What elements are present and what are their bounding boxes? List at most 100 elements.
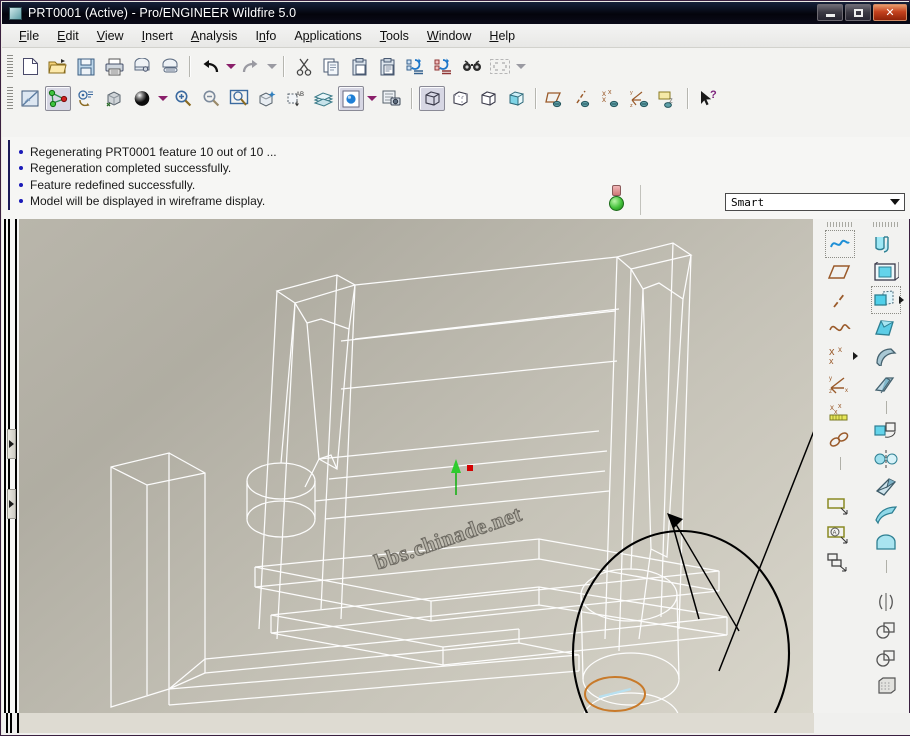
- menu-analysis[interactable]: Analysis: [182, 27, 247, 45]
- zoom-in-icon[interactable]: [170, 86, 196, 111]
- flyout-arrow-icon[interactable]: [853, 352, 858, 360]
- graphics-window[interactable]: bbs.chinade.net 壳命令越来越强: [19, 219, 813, 713]
- merge-icon[interactable]: [871, 616, 901, 644]
- blend-icon[interactable]: [871, 314, 901, 342]
- save-icon[interactable]: [73, 54, 99, 79]
- regenerate-manual-icon[interactable]: [431, 54, 457, 79]
- toolbar-grip[interactable]: [873, 222, 899, 227]
- select-dropdown-icon[interactable]: [514, 55, 527, 79]
- flyout-arrow-icon[interactable]: [899, 296, 904, 304]
- appearance-dropdown-icon[interactable]: [365, 87, 378, 111]
- rib-icon[interactable]: [871, 529, 901, 557]
- datum-plane-icon[interactable]: [543, 86, 569, 111]
- display-wireframe-icon[interactable]: [419, 86, 445, 111]
- paste-icon[interactable]: [347, 54, 373, 79]
- datum-axis-icon[interactable]: [571, 86, 597, 111]
- shading-sphere-icon[interactable]: [129, 86, 155, 111]
- copy-icon[interactable]: [319, 54, 345, 79]
- sketch-curve-icon[interactable]: [825, 230, 855, 258]
- svg-text:x: x: [838, 346, 842, 354]
- shading-dropdown-icon[interactable]: [156, 87, 169, 111]
- display-no-hidden-icon[interactable]: [475, 86, 501, 111]
- svg-text:x: x: [602, 95, 606, 104]
- undo-dropdown-icon[interactable]: [224, 55, 237, 79]
- datum-annotation-icon[interactable]: Z: [655, 86, 681, 111]
- shell-icon[interactable]: [871, 473, 901, 501]
- mirror-feature-icon[interactable]: [871, 445, 901, 473]
- draft-icon[interactable]: [871, 501, 901, 529]
- maximize-button[interactable]: [845, 4, 871, 21]
- menu-edit[interactable]: Edit: [48, 27, 88, 45]
- sketch-csys-icon[interactable]: y x z: [825, 370, 855, 398]
- display-shaded-icon[interactable]: [503, 86, 529, 111]
- toolbar-separator: [839, 457, 841, 470]
- note-table-icon[interactable]: [825, 549, 855, 577]
- cut-icon[interactable]: [291, 54, 317, 79]
- datum-plane-display-icon[interactable]: [45, 86, 71, 111]
- spin-center-icon[interactable]: [73, 86, 99, 111]
- left-panel-expand-handle[interactable]: [7, 429, 16, 459]
- toolbar-grip[interactable]: [7, 87, 13, 110]
- round-icon[interactable]: [871, 342, 901, 370]
- mirror-icon[interactable]: [871, 588, 901, 616]
- mesh-icon[interactable]: [871, 672, 901, 700]
- menu-window[interactable]: Window: [418, 27, 480, 45]
- sketch-point-icon[interactable]: xxx: [825, 342, 858, 370]
- layers-icon[interactable]: [310, 86, 336, 111]
- toolbar-grip[interactable]: [827, 222, 853, 227]
- revolve-icon[interactable]: [871, 258, 901, 286]
- menu-help[interactable]: Help: [480, 27, 524, 45]
- sketch-line-icon[interactable]: [825, 286, 855, 314]
- redo-icon[interactable]: [238, 54, 264, 79]
- display-hidden-line-icon[interactable]: [447, 86, 473, 111]
- right-toolbar-column-2: [865, 219, 907, 700]
- repaint-icon[interactable]: [17, 86, 43, 111]
- print-icon[interactable]: [101, 54, 127, 79]
- mail-review-icon[interactable]: [157, 54, 183, 79]
- appearance-icon[interactable]: [338, 86, 364, 111]
- datum-point-icon[interactable]: xxx: [599, 86, 625, 111]
- sketch-spline-icon[interactable]: [825, 314, 855, 342]
- select-region-icon[interactable]: [487, 54, 513, 79]
- menu-file[interactable]: FFileile: [10, 27, 48, 45]
- minimize-button[interactable]: [817, 4, 843, 21]
- help-pointer-icon[interactable]: ?: [695, 86, 721, 111]
- sketch-chain-icon[interactable]: [825, 426, 855, 454]
- chevron-down-icon[interactable]: [886, 194, 904, 210]
- render-snapshot-icon[interactable]: [379, 86, 405, 111]
- regenerate-icon[interactable]: [403, 54, 429, 79]
- annotation-display-icon[interactable]: AB: [282, 86, 308, 111]
- trim-icon[interactable]: [871, 644, 901, 672]
- menu-applications[interactable]: Applications: [285, 27, 370, 45]
- close-button[interactable]: ✕: [873, 4, 907, 21]
- orientation-icon[interactable]: [101, 86, 127, 111]
- toolbar-separator: [189, 56, 191, 77]
- mail-send-icon[interactable]: [129, 54, 155, 79]
- datum-csys-icon[interactable]: yxz: [627, 86, 653, 111]
- menu-info[interactable]: Info: [246, 27, 285, 45]
- note-symbol-icon[interactable]: A: [825, 521, 855, 549]
- sketch-point-array-icon[interactable]: xxx: [825, 398, 855, 426]
- selection-filter-dropdown[interactable]: Smart: [725, 193, 905, 211]
- paste-special-icon[interactable]: [375, 54, 401, 79]
- redo-dropdown-icon[interactable]: [265, 55, 278, 79]
- extrude-icon[interactable]: [871, 230, 901, 258]
- toolbar-grip[interactable]: [7, 55, 13, 78]
- left-panel-expand-handle-2[interactable]: [7, 489, 16, 519]
- chamfer-icon[interactable]: [871, 370, 901, 398]
- menu-tools[interactable]: Tools: [371, 27, 418, 45]
- refit-icon[interactable]: [226, 86, 252, 111]
- note-flag-icon[interactable]: [825, 493, 855, 521]
- sketch-plane-icon[interactable]: [825, 258, 855, 286]
- open-folder-icon[interactable]: [45, 54, 71, 79]
- pattern-icon[interactable]: [871, 417, 901, 445]
- new-file-icon[interactable]: [17, 54, 43, 79]
- sweep-icon[interactable]: [871, 286, 904, 314]
- layer-visibility-icon[interactable]: [254, 86, 280, 111]
- menu-view[interactable]: View: [88, 27, 133, 45]
- undo-icon[interactable]: [197, 54, 223, 79]
- menu-insert[interactable]: Insert: [133, 27, 182, 45]
- find-icon[interactable]: [459, 54, 485, 79]
- status-bar-inner: [19, 713, 814, 733]
- zoom-out-icon[interactable]: [198, 86, 224, 111]
